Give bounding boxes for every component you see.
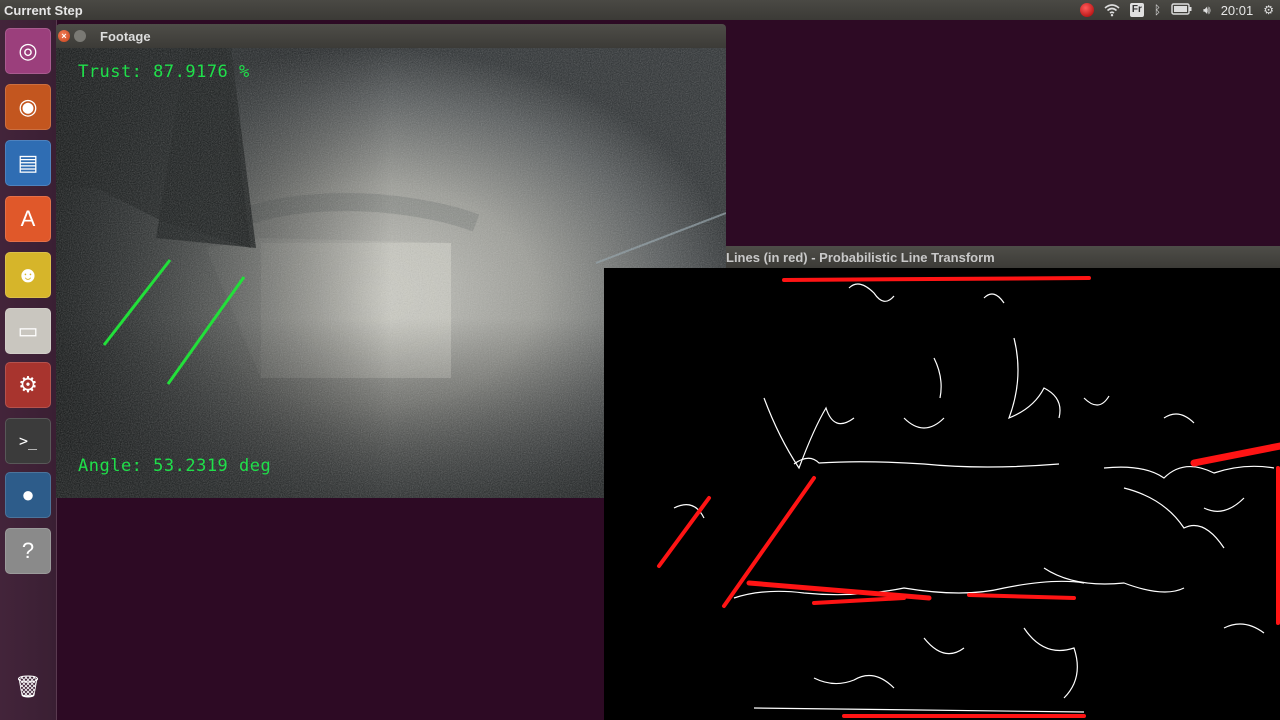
footage-window-title: Footage: [100, 28, 151, 44]
document-icon: ▤: [17, 150, 39, 175]
record-indicator-icon[interactable]: [1079, 3, 1094, 17]
launcher-ubuntu-software[interactable]: A: [5, 196, 51, 242]
settings-gear-icon: ⚙: [18, 372, 38, 397]
archive-icon: ▭: [17, 318, 39, 343]
footage-title-bar[interactable]: × Footage: [56, 24, 726, 48]
cheese-icon: ☻: [16, 262, 40, 287]
terminal-icon: >_: [18, 432, 38, 450]
clock[interactable]: 20:01: [1221, 3, 1254, 18]
launcher-browser-globe[interactable]: ●: [5, 472, 51, 518]
trash-icon: 🗑: [14, 674, 42, 699]
launcher-trash[interactable]: 🗑: [5, 664, 51, 710]
edge-contours: [673, 283, 1275, 713]
close-window-button[interactable]: ×: [58, 30, 70, 42]
top-panel: Current Step Fr ᛒ 🔊︎ 20:01 ⚙: [0, 0, 1280, 20]
battery-icon[interactable]: [1171, 3, 1193, 17]
ubuntu-logo-icon: ◎: [18, 38, 38, 63]
software-center-icon: A: [20, 206, 36, 231]
globe-icon: ●: [21, 482, 35, 507]
volume-icon[interactable]: 🔊︎: [1203, 3, 1211, 17]
launcher-libreoffice-writer[interactable]: ▤: [5, 140, 51, 186]
launcher-terminal[interactable]: >_: [5, 418, 51, 464]
lines-title-bar[interactable]: Lines (in red) - Probabilistic Line Tran…: [726, 246, 1280, 268]
trust-readout: Trust: 87.9176 %: [78, 62, 250, 82]
firefox-icon: ◉: [18, 94, 38, 119]
launcher-dash-home[interactable]: ◎: [5, 28, 51, 74]
edge-detection-canvas: [604, 268, 1280, 720]
angle-readout: Angle: 53.2319 deg: [78, 456, 272, 476]
lines-window-title: Lines (in red) - Probabilistic Line Tran…: [726, 249, 995, 265]
launcher-cheese[interactable]: ☻: [5, 252, 51, 298]
launcher-files-archive[interactable]: ▭: [5, 308, 51, 354]
launcher-help[interactable]: ?: [5, 528, 51, 574]
keyboard-layout-indicator[interactable]: Fr: [1129, 3, 1144, 17]
help-icon: ?: [21, 538, 35, 563]
launcher-system-settings[interactable]: ⚙: [5, 362, 51, 408]
wifi-icon[interactable]: [1104, 3, 1120, 17]
bluetooth-icon[interactable]: ᛒ: [1154, 3, 1161, 17]
system-tray: Fr ᛒ 🔊︎ 20:01 ⚙: [1079, 0, 1274, 20]
launcher-firefox[interactable]: ◉: [5, 84, 51, 130]
active-app-title: Current Step: [4, 2, 83, 18]
system-menu-gear-icon[interactable]: ⚙: [1263, 3, 1274, 17]
edge-map-image: [657, 276, 1280, 718]
minimize-window-button[interactable]: [74, 30, 86, 42]
unity-launcher: ◎ ◉ ▤ A ☻ ▭ ⚙ >_ ●? 🗑: [0, 20, 57, 720]
hough-lines: [657, 276, 1280, 718]
